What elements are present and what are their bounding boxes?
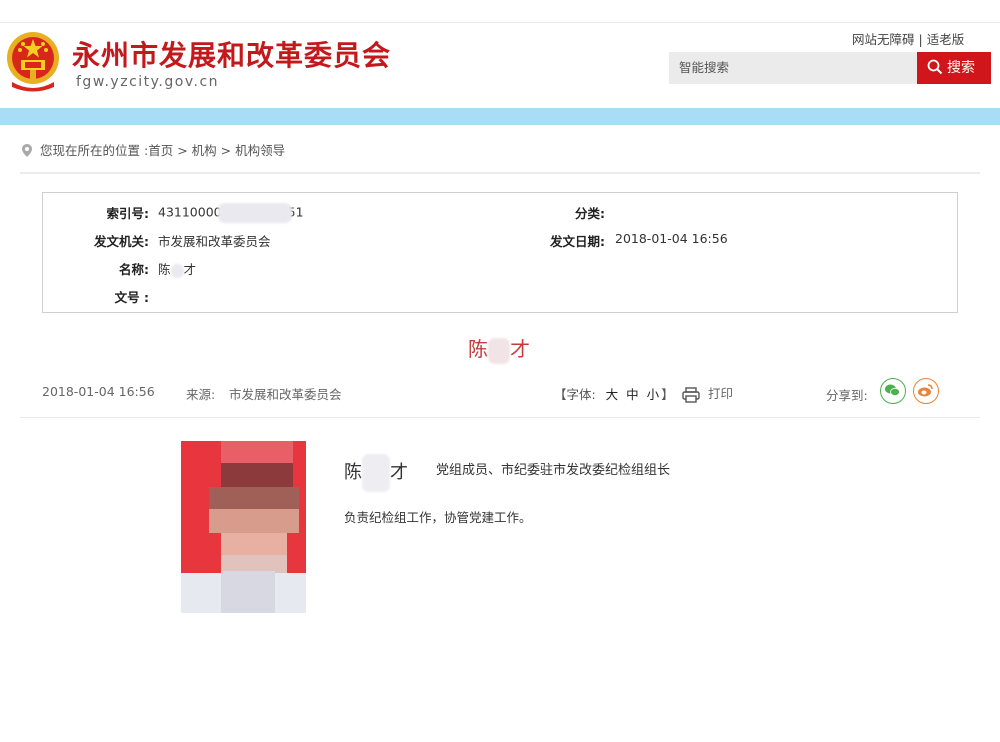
index-label: 索引号: <box>106 206 150 221</box>
leader-name: 陈才 <box>344 454 408 492</box>
font-size-control: 【字体: 大 中 小】 <box>554 387 674 402</box>
link-separator: | <box>918 32 923 47</box>
source-label: 来源: <box>186 387 216 402</box>
search-input[interactable]: 智能搜索 <box>669 52 917 84</box>
weibo-icon <box>918 384 933 397</box>
accessibility-link[interactable]: 网站无障碍 <box>852 32 915 47</box>
name-label: 名称: <box>119 262 149 277</box>
font-size-small[interactable]: 小 <box>647 387 660 402</box>
nav-band <box>0 108 1000 125</box>
site-title[interactable]: 永州市发展和改革委员会 <box>72 34 391 74</box>
breadcrumb-prefix: 您现在所在的位置 : <box>40 143 149 158</box>
font-size-medium[interactable]: 中 <box>626 387 639 402</box>
leader-photo <box>181 441 306 613</box>
name-value: 陈才 <box>158 262 197 278</box>
document-info-box: 索引号: 43110000 51 分类: 发文机关: 市发展和改革委员会 发文日期… <box>42 192 958 313</box>
top-links: 网站无障碍 | 适老版 <box>852 29 964 48</box>
breadcrumb-org[interactable]: 机构 <box>192 143 217 158</box>
top-divider <box>0 22 1000 23</box>
issuer-label: 发文机关: <box>94 234 149 249</box>
date-label: 发文日期: <box>550 234 605 249</box>
leader-duty: 负责纪检组工作，协管党建工作。 <box>344 510 532 525</box>
site-domain: fgw.yzcity.gov.cn <box>76 74 220 90</box>
print-label: 打印 <box>708 386 734 401</box>
issuer-value: 市发展和改革委员会 <box>158 234 271 249</box>
print-button[interactable]: 打印 <box>682 383 733 403</box>
weibo-share-button[interactable] <box>913 378 939 404</box>
leader-role: 党组成员、市纪委驻市发改委纪检组组长 <box>436 463 671 478</box>
divider <box>20 172 980 174</box>
breadcrumb-separator: > <box>177 143 188 158</box>
search-icon <box>927 59 943 74</box>
font-size-large[interactable]: 大 <box>606 387 619 402</box>
elderly-mode-link[interactable]: 适老版 <box>927 32 965 47</box>
docno-label: 文号 : <box>114 290 149 305</box>
breadcrumb: 您现在所在的位置 :首页 > 机构 > 机构领导 <box>22 140 285 159</box>
index-value: 43110000 51 <box>158 203 304 223</box>
article-title: 陈才 <box>468 333 530 364</box>
breadcrumb-separator: > <box>220 143 232 158</box>
wechat-icon <box>885 384 900 397</box>
article-source: 市发展和改革委员会 <box>229 387 342 402</box>
divider <box>20 417 980 418</box>
article-date: 2018-01-04 16:56 <box>42 384 155 399</box>
share-label: 分享到: <box>826 388 868 403</box>
search-button-label: 搜索 <box>947 60 975 76</box>
category-label: 分类: <box>575 206 605 221</box>
breadcrumb-leaders[interactable]: 机构领导 <box>235 143 285 158</box>
location-pin-icon <box>22 144 32 157</box>
national-emblem-icon <box>7 32 59 92</box>
date-value: 2018-01-04 16:56 <box>615 231 728 246</box>
search-button[interactable]: 搜索 <box>917 52 991 84</box>
breadcrumb-home[interactable]: 首页 <box>148 143 173 158</box>
printer-icon <box>682 386 700 403</box>
wechat-share-button[interactable] <box>880 378 906 404</box>
